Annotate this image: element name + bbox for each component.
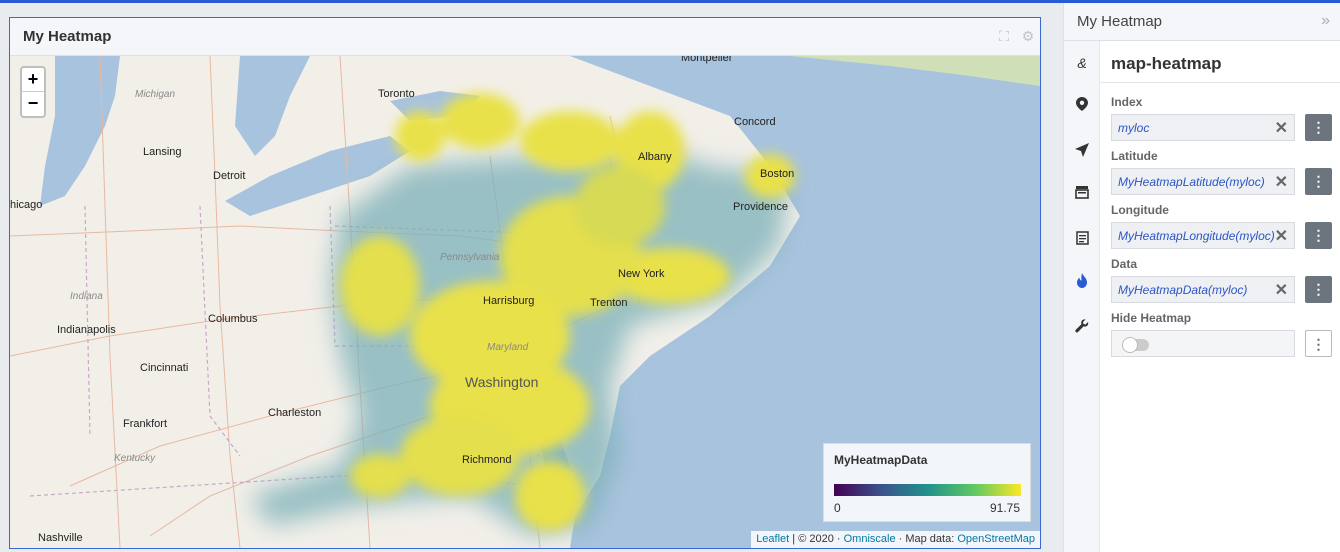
hide-heatmap-menu-button[interactable]: ⋮ [1305, 330, 1332, 357]
omniscale-link[interactable]: Omniscale [844, 533, 896, 545]
data-label: Data [1111, 257, 1138, 271]
zoom-control: + − [20, 66, 46, 118]
label-michigan: Michigan [135, 89, 176, 100]
navigation-arrow-icon[interactable] [1064, 143, 1100, 160]
label-kentucky: Kentucky [114, 453, 156, 464]
fullscreen-icon[interactable]: ⛶ [996, 28, 1012, 44]
legend-max-value: 91.75 [989, 501, 1020, 515]
latitude-value: MyHeatmapLatitude(myloc) [1118, 175, 1265, 189]
label-providence: Providence [733, 201, 789, 213]
section-divider [1101, 82, 1340, 83]
collapse-panel-icon[interactable]: » [1321, 12, 1330, 30]
label-washington: Washington [465, 374, 539, 390]
list-icon[interactable] [1064, 231, 1100, 248]
label-concord: Concord [734, 116, 776, 128]
heatmap-legend: MyHeatmapData 0 91.75 [823, 443, 1031, 522]
longitude-clear-icon[interactable]: ✕ [1275, 226, 1288, 246]
latitude-menu-button[interactable]: ⋮ [1305, 168, 1332, 195]
label-indianapolis: Indianapolis [57, 324, 116, 336]
index-clear-icon[interactable]: ✕ [1275, 118, 1288, 138]
longitude-menu-button[interactable]: ⋮ [1305, 222, 1332, 249]
data-value: MyHeatmapData(myloc) [1118, 283, 1248, 297]
label-boston: Boston [760, 168, 795, 180]
index-field[interactable]: myloc ✕ [1111, 114, 1295, 141]
label-cincinnati: Cincinnati [140, 362, 189, 374]
section-title: map-heatmap [1111, 54, 1222, 73]
legend-color-scale [834, 484, 1021, 496]
longitude-label: Longitude [1111, 203, 1169, 217]
hide-heatmap-toggle[interactable] [1122, 337, 1149, 353]
fire-icon[interactable] [1064, 273, 1100, 291]
label-lansing: Lansing [143, 146, 182, 158]
settings-gear-icon[interactable]: ⚙ [1020, 28, 1036, 44]
label-charleston: Charleston [268, 407, 322, 419]
index-value: myloc [1118, 121, 1150, 135]
label-harrisburg: Harrisburg [483, 295, 535, 307]
ampersand-icon[interactable]: & [1064, 55, 1100, 71]
label-new-york: New York [618, 268, 665, 280]
label-toronto: Toronto [378, 88, 415, 100]
widget-title: My Heatmap [23, 28, 112, 45]
map-attribution: Leaflet | © 2020 · Omniscale · Map data:… [751, 531, 1040, 548]
openstreetmap-link[interactable]: OpenStreetMap [957, 533, 1035, 545]
leaflet-link[interactable]: Leaflet [756, 533, 789, 545]
layers-icon[interactable] [1064, 185, 1100, 202]
legend-title: MyHeatmapData [834, 453, 928, 467]
label-montpelier: Montpelier [681, 56, 733, 64]
panel-content: map-heatmap Index myloc ✕ ⋮ Latitude MyH… [1101, 41, 1340, 552]
label-albany: Albany [638, 151, 672, 163]
hide-heatmap-label: Hide Heatmap [1111, 311, 1192, 325]
label-chicago: hicago [10, 199, 43, 211]
heatmap-widget: My Heatmap ⛶ ⚙ Montpelier Michigan Toron… [9, 17, 1041, 549]
zoom-out-button[interactable]: − [22, 92, 44, 116]
zoom-in-button[interactable]: + [22, 68, 44, 92]
data-clear-icon[interactable]: ✕ [1275, 280, 1288, 300]
hide-heatmap-field [1111, 330, 1295, 357]
panel-icon-rail: & [1064, 41, 1100, 552]
latitude-field[interactable]: MyHeatmapLatitude(myloc) ✕ [1111, 168, 1295, 195]
map-canvas[interactable]: Montpelier Michigan Toronto Concord Lans… [10, 56, 1040, 548]
label-maryland: Maryland [487, 342, 529, 353]
latitude-clear-icon[interactable]: ✕ [1275, 172, 1288, 192]
widget-header: My Heatmap ⛶ ⚙ [10, 18, 1040, 56]
label-nashville: Nashville [38, 532, 83, 544]
attrib-mapdata: · Map data: [895, 533, 958, 545]
label-trenton: Trenton [590, 297, 628, 309]
label-frankfort: Frankfort [123, 418, 168, 430]
label-richmond: Richmond [462, 454, 512, 466]
legend-min-value: 0 [834, 501, 841, 515]
label-indiana: Indiana [70, 291, 103, 302]
panel-header: My Heatmap » [1064, 3, 1340, 41]
data-menu-button[interactable]: ⋮ [1305, 276, 1332, 303]
map-pin-icon[interactable] [1064, 97, 1100, 114]
label-columbus: Columbus [208, 313, 258, 325]
attrib-copyright: | © 2020 · [789, 533, 844, 545]
index-label: Index [1111, 95, 1143, 109]
label-pennsylvania: Pennsylvania [440, 252, 500, 263]
panel-title: My Heatmap [1077, 13, 1163, 30]
toggle-knob [1122, 337, 1138, 353]
wrench-icon[interactable] [1064, 319, 1100, 336]
label-detroit: Detroit [213, 170, 246, 182]
properties-panel: My Heatmap » & map-heatmap Index myloc ✕ [1063, 3, 1340, 552]
index-menu-button[interactable]: ⋮ [1305, 114, 1332, 141]
data-field[interactable]: MyHeatmapData(myloc) ✕ [1111, 276, 1295, 303]
longitude-value: MyHeatmapLongitude(myloc) [1118, 229, 1275, 243]
latitude-label: Latitude [1111, 149, 1158, 163]
longitude-field[interactable]: MyHeatmapLongitude(myloc) ✕ [1111, 222, 1295, 249]
